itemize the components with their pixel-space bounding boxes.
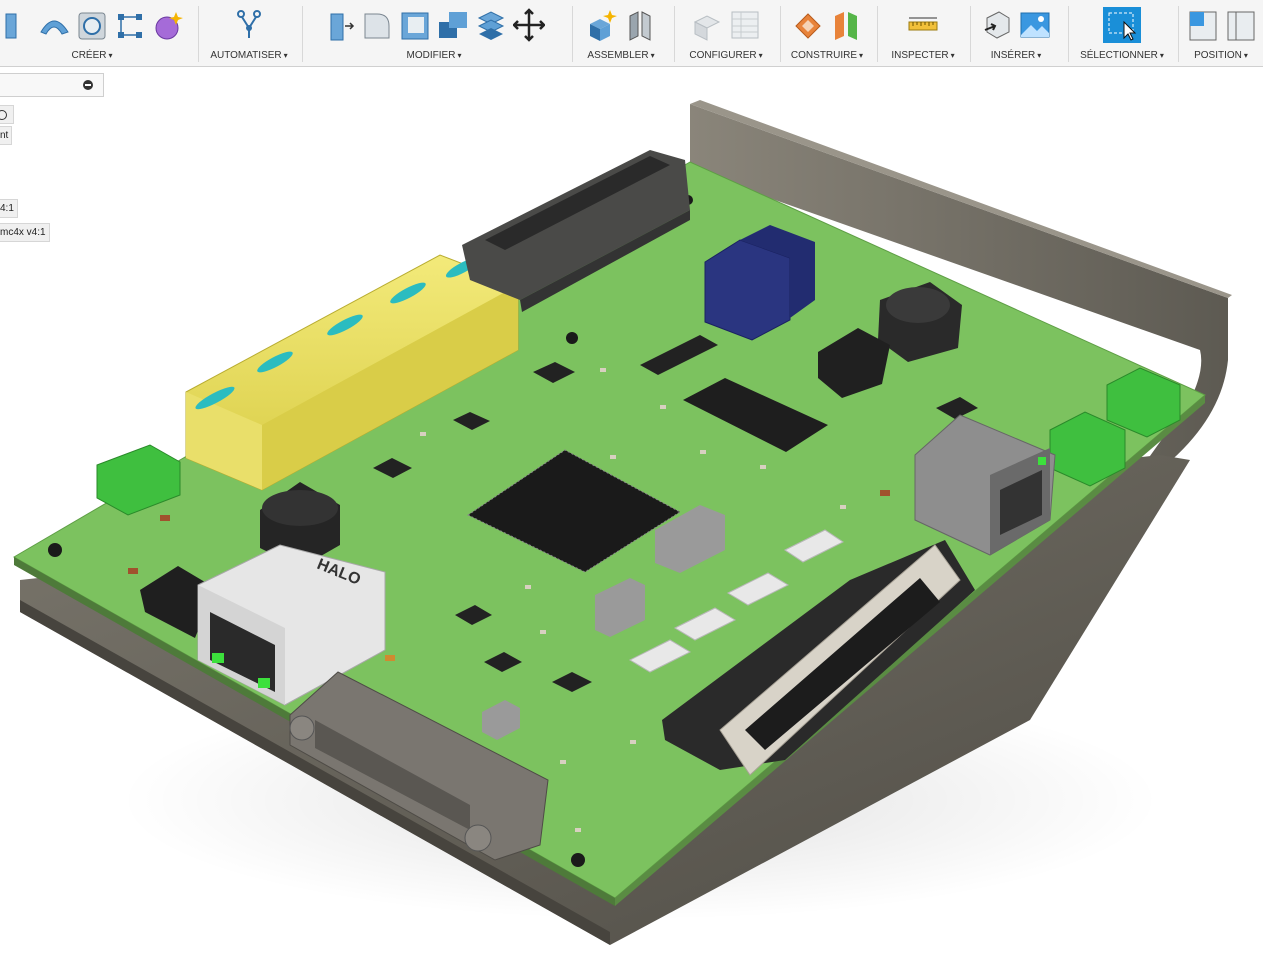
measure-icon[interactable] — [907, 8, 939, 42]
automate-icon[interactable] — [233, 8, 265, 42]
model-viewport[interactable]: HALO — [0, 67, 1263, 953]
automate-menu[interactable]: AUTOMATISER ▾ — [199, 50, 299, 61]
assemble-menu[interactable]: ASSEMBLER ▾ — [573, 50, 669, 61]
ribbon-toolbar: CRÉER ▾ AUTOMATISER ▾ MODIFIER ▾ ASSEMBL… — [0, 0, 1263, 67]
insert-group: INSÉRER ▾ — [971, 0, 1061, 66]
hole-icon[interactable] — [76, 8, 108, 42]
fillet-icon[interactable] — [361, 8, 393, 42]
midplane-icon[interactable] — [830, 8, 862, 42]
select-icon[interactable] — [1102, 6, 1142, 44]
create-form-icon[interactable] — [152, 8, 184, 42]
pattern-icon[interactable] — [114, 8, 146, 42]
inspect-group: INSPECTER ▾ — [878, 0, 968, 66]
create-menu[interactable]: CRÉER ▾ — [0, 50, 196, 61]
joint-icon[interactable] — [624, 8, 656, 42]
configure-icon[interactable] — [691, 8, 723, 42]
move-icon[interactable] — [512, 8, 546, 42]
offset-plane-icon[interactable] — [792, 8, 824, 42]
create-group: CRÉER ▾ — [0, 0, 196, 66]
capture-position-icon[interactable] — [1224, 8, 1256, 42]
modify-menu[interactable]: MODIFIER ▾ — [303, 50, 565, 61]
insert-derive-icon[interactable] — [981, 8, 1013, 42]
assemble-group: ASSEMBLER ▾ — [573, 0, 669, 66]
configuration-table-icon[interactable] — [729, 8, 761, 42]
pcb-model: HALO — [12, 100, 1232, 945]
press-pull-icon[interactable] — [323, 8, 355, 42]
construct-group: CONSTRUIRE ▾ — [781, 0, 873, 66]
align-icon[interactable] — [1186, 8, 1218, 42]
automate-group: AUTOMATISER ▾ — [199, 0, 299, 66]
new-component-icon[interactable] — [586, 8, 618, 42]
insert-menu[interactable]: INSÉRER ▾ — [971, 50, 1061, 61]
modify-group: MODIFIER ▾ — [303, 0, 565, 66]
combine-icon[interactable] — [437, 8, 469, 42]
configure-group: CONFIGURER ▾ — [675, 0, 777, 66]
configure-menu[interactable]: CONFIGURER ▾ — [675, 50, 777, 61]
extrude-icon[interactable] — [0, 8, 32, 42]
shell-icon[interactable] — [399, 8, 431, 42]
select-menu[interactable]: SÉLECTIONNER ▾ — [1069, 50, 1175, 61]
construct-menu[interactable]: CONSTRUIRE ▾ — [781, 50, 873, 61]
insert-image-icon[interactable] — [1019, 8, 1051, 42]
revolve-icon[interactable] — [38, 8, 70, 42]
inspect-menu[interactable]: INSPECTER ▾ — [878, 50, 968, 61]
offset-faces-icon[interactable] — [475, 8, 507, 42]
select-group: SÉLECTIONNER ▾ — [1069, 0, 1175, 66]
position-group: POSITION ▾ — [1179, 0, 1263, 66]
position-menu[interactable]: POSITION ▾ — [1179, 50, 1263, 61]
